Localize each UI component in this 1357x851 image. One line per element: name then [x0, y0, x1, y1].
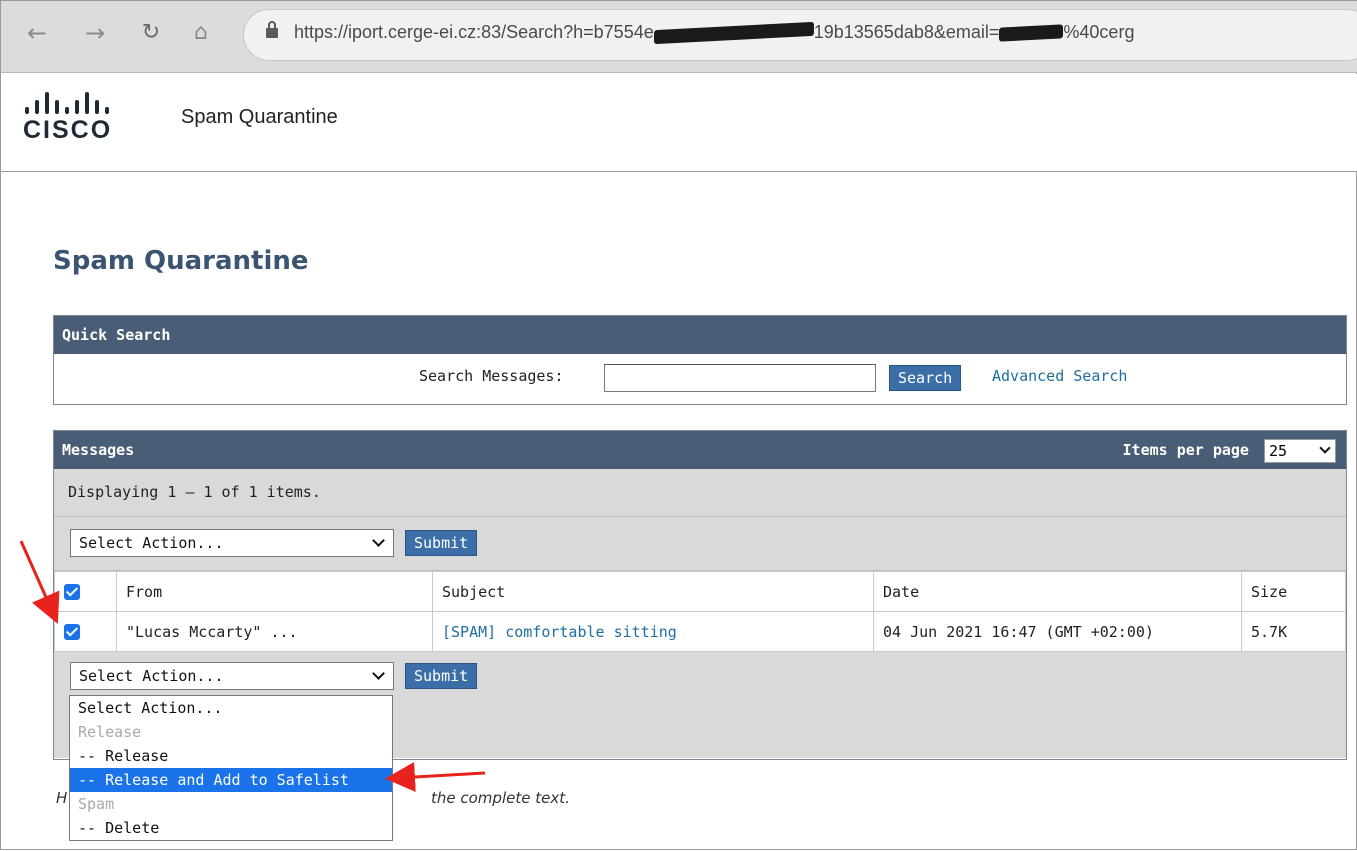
select-all-checkbox[interactable] [64, 584, 80, 600]
dropdown-group-spam: Spam [78, 795, 115, 813]
items-per-page-select[interactable]: 25 [1264, 438, 1336, 463]
submit-button-top[interactable]: Submit [405, 530, 478, 556]
footnote-prefix: H [56, 789, 68, 807]
display-count: Displaying 1 — 1 of 1 items. [68, 483, 321, 501]
message-from: "Lucas Mccarty" ... [116, 611, 433, 652]
message-subject-link[interactable]: [SPAM] comfortable sitting [442, 623, 677, 641]
select-all-cell [54, 571, 117, 612]
arrow-to-checkbox [19, 540, 60, 624]
cisco-bars-icon [25, 92, 145, 114]
table-header-row: From Subject Date Size [54, 571, 1346, 612]
app-title: Spam Quarantine [181, 106, 338, 128]
submit-button-bottom[interactable]: Submit [405, 663, 478, 689]
url-text: https://iport.cerge-ei.cz:83/Search?h=b7… [294, 22, 1134, 45]
reload-icon[interactable]: ↻ [137, 19, 165, 47]
column-header-subject[interactable]: Subject [432, 571, 874, 612]
column-header-from[interactable]: From [116, 571, 433, 612]
items-per-page-label: Items per page [1122, 441, 1249, 459]
search-messages-label: Search Messages: [419, 367, 564, 385]
messages-heading: Messages [62, 441, 135, 459]
dropdown-option-release-safelist[interactable]: -- Release and Add to Safelist [70, 768, 392, 792]
cisco-wordmark: CISCO [23, 116, 113, 144]
message-size: 5.7K [1241, 611, 1346, 652]
redaction [653, 22, 814, 45]
column-header-date[interactable]: Date [873, 571, 1242, 612]
dropdown-option-select-action[interactable]: Select Action... [70, 696, 392, 720]
dropdown-group-release: Release [78, 723, 142, 741]
quick-search-panel: Quick Search Search Messages: Search Adv… [53, 315, 1347, 405]
messages-header: Messages Items per page 25 [54, 431, 1346, 469]
column-header-size[interactable]: Size [1241, 571, 1346, 612]
footnote-text: the complete text. [431, 789, 570, 807]
redaction [999, 24, 1064, 42]
browser-toolbar: ← → ↻ ⌂ https://iport.cerge-ei.cz:83/Sea… [1, 1, 1357, 73]
advanced-search-link[interactable]: Advanced Search [992, 367, 1127, 385]
app-header: CISCO Spam Quarantine [1, 74, 1357, 172]
home-icon[interactable]: ⌂ [187, 19, 215, 47]
forward-icon[interactable]: → [81, 19, 109, 47]
quick-search-heading: Quick Search [54, 316, 1346, 354]
dropdown-option-delete[interactable]: -- Delete [70, 816, 392, 840]
lock-icon [266, 21, 278, 38]
row-checkbox[interactable] [64, 624, 80, 640]
display-count-row: Displaying 1 — 1 of 1 items. [54, 469, 1346, 517]
back-icon[interactable]: ← [23, 19, 51, 47]
action-dropdown-list: Select Action... Release -- Release -- R… [69, 695, 393, 841]
table-row: "Lucas Mccarty" ... [SPAM] comfortable s… [54, 611, 1346, 652]
action-select-bottom[interactable]: Select Action... [70, 662, 394, 690]
search-input[interactable] [604, 364, 876, 392]
address-bar[interactable]: https://iport.cerge-ei.cz:83/Search?h=b7… [243, 9, 1357, 61]
messages-table: From Subject Date Size "Lucas Mccarty" .… [54, 571, 1346, 652]
cisco-logo: CISCO [23, 92, 153, 152]
items-per-page: Items per page 25 [1123, 431, 1336, 469]
dropdown-option-release[interactable]: -- Release [70, 744, 392, 768]
row-select-cell [54, 611, 117, 652]
message-subject-cell: [SPAM] comfortable sitting [432, 611, 874, 652]
chevron-down-icon [1319, 441, 1331, 454]
arrow-to-safelist-option [385, 762, 486, 792]
chevron-down-icon [372, 667, 385, 680]
search-button[interactable]: Search [889, 365, 962, 391]
message-date: 04 Jun 2021 16:47 (GMT +02:00) [873, 611, 1242, 652]
chevron-down-icon [372, 534, 385, 547]
page-title: Spam Quarantine [53, 246, 309, 276]
action-select-top[interactable]: Select Action... [70, 529, 394, 557]
top-action-row: Select Action... Submit [54, 517, 1346, 571]
